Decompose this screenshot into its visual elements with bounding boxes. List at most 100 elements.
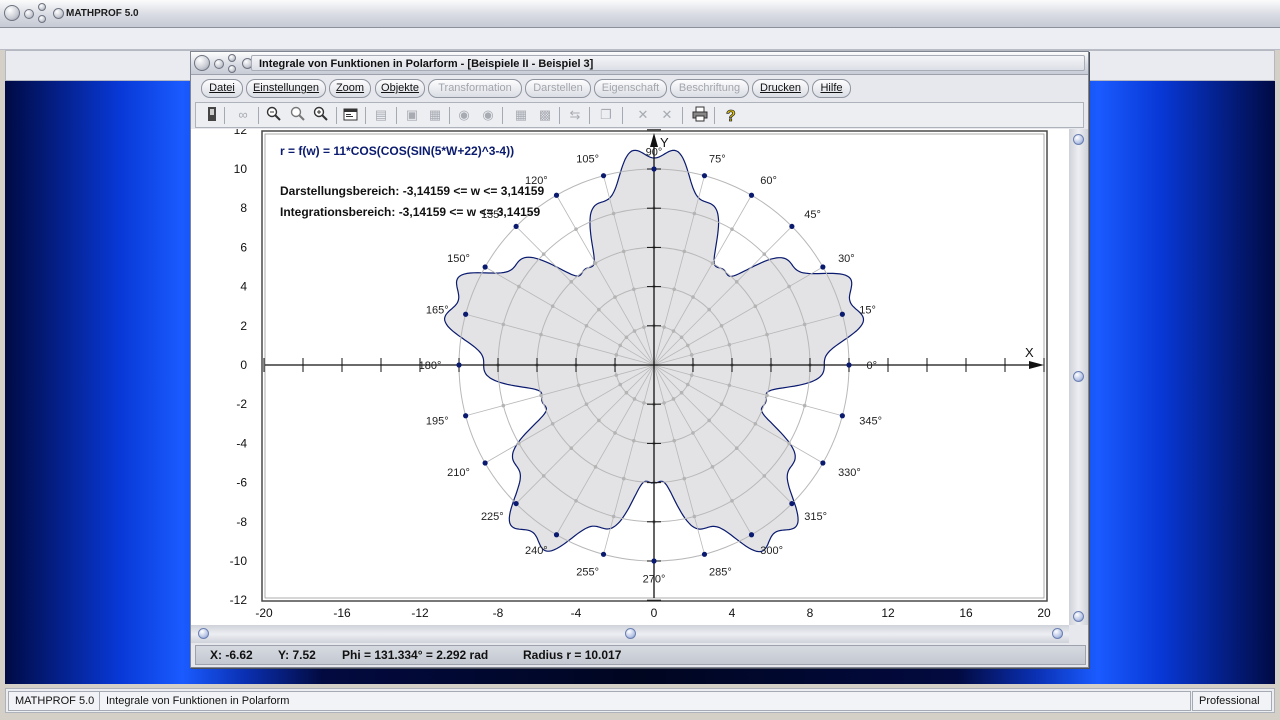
angle-marker — [701, 551, 708, 557]
app-system-button[interactable] — [4, 5, 20, 21]
app-maximize-button[interactable] — [38, 3, 46, 11]
angle-label: 240° — [525, 545, 548, 557]
y-tick-label: 2 — [240, 319, 247, 333]
cross-icon[interactable]: ✕ — [633, 106, 653, 124]
grid-point — [662, 325, 666, 329]
grid-point — [707, 307, 711, 312]
table-icon[interactable]: ▦ — [511, 106, 531, 124]
plot-canvas[interactable]: -20 -16 -12 -8 -4 0 4 8 12 16 20 12 10 8 6 4 2 0 -2 -4 -6 -8-… — [191, 123, 1069, 625]
target-icon[interactable]: ◉ — [454, 106, 474, 124]
grid-point — [734, 446, 739, 450]
frame-icon[interactable]: ▣ — [402, 106, 422, 124]
menu-einstellungen[interactable]: Einstellungen — [246, 79, 326, 98]
status-radius: Radius r = 10.017 — [523, 648, 622, 662]
window-system-button[interactable] — [194, 55, 210, 71]
angle-label: 75° — [709, 154, 726, 166]
scroll-right-button[interactable] — [1052, 628, 1063, 639]
grid-point — [727, 383, 732, 388]
calc-icon[interactable]: ▩ — [535, 106, 555, 124]
grid-point — [569, 446, 574, 450]
grid-point — [621, 249, 626, 254]
toolbar: ∞ ▤ ▣ ▦ ◉ ◉ ▦ ▩ ⇆ ❐ ✕ ✕ ? — [195, 102, 1084, 128]
grid-point — [539, 332, 543, 337]
angle-marker — [839, 413, 845, 419]
app-minimize-button[interactable] — [24, 9, 34, 19]
menu-objekte[interactable]: Objekte — [375, 79, 425, 98]
stop-icon[interactable] — [202, 106, 222, 124]
window-close-button[interactable] — [228, 65, 236, 73]
x-tick-label: -12 — [411, 606, 429, 620]
zoom-reset-icon[interactable] — [288, 106, 308, 124]
scroll-down-button[interactable] — [1073, 611, 1084, 622]
y-tick-label: 8 — [240, 201, 247, 215]
zoom-in-icon[interactable] — [311, 106, 331, 124]
menu-transformation[interactable]: Transformation — [428, 79, 522, 98]
status-x: X: -6.62 — [210, 648, 253, 662]
app-title-bar[interactable]: MATHPROF 5.0 — [0, 0, 1280, 28]
scroll-left-button[interactable] — [198, 628, 209, 639]
menu-zoom[interactable]: Zoom — [329, 79, 371, 98]
scroll-up-button[interactable] — [1073, 134, 1084, 145]
y-tick-label: -12 — [230, 593, 248, 607]
y-tick-label: -10 — [230, 554, 248, 568]
menu-darstellen[interactable]: Darstellen — [525, 79, 591, 98]
polar-plot[interactable]: -20 -16 -12 -8 -4 0 4 8 12 16 20121086420-2-4-6-8-… — [191, 123, 1069, 625]
angle-marker — [600, 551, 607, 557]
scroll-thumb-vertical[interactable] — [1073, 371, 1084, 382]
window-icon[interactable]: ▤ — [371, 106, 391, 124]
y-tick-label: -8 — [236, 515, 247, 529]
properties-icon[interactable] — [341, 106, 361, 124]
print-icon[interactable] — [690, 106, 710, 124]
window-minimize-button[interactable] — [214, 59, 224, 69]
horizontal-scrollbar[interactable] — [191, 625, 1069, 643]
angle-marker — [513, 500, 519, 507]
grid-point — [593, 465, 598, 469]
window-title-bar[interactable]: Integrale von Funktionen in Polarform - … — [191, 52, 1088, 75]
menu-beschriftung[interactable]: Beschriftung — [670, 79, 749, 98]
angle-label: 150° — [447, 253, 470, 265]
copy-icon[interactable]: ❐ — [596, 106, 616, 124]
angle-label: 45° — [804, 209, 821, 221]
menu-hilfe[interactable]: Hilfe — [812, 79, 851, 98]
toolbar-separator — [449, 107, 450, 124]
menu-drucken[interactable]: Drucken — [752, 79, 809, 98]
angle-marker — [463, 413, 469, 419]
angle-marker — [456, 362, 462, 368]
angle-marker — [846, 362, 852, 368]
grid-point — [574, 498, 578, 503]
angle-marker — [482, 460, 488, 466]
angle-label: 345° — [859, 415, 882, 427]
scroll-thumb-horizontal[interactable] — [625, 628, 636, 639]
grid-point — [765, 393, 769, 398]
box-icon[interactable]: ▦ — [425, 106, 445, 124]
grid-point — [593, 261, 598, 265]
y-tick-label: -2 — [236, 397, 247, 411]
menu-eigenschaft[interactable]: Eigenschaft — [594, 79, 667, 98]
app-close-button[interactable] — [38, 15, 46, 23]
angle-marker — [839, 311, 845, 317]
grid-point — [517, 284, 521, 289]
target2-icon[interactable]: ◉ — [478, 106, 498, 124]
integration-label: Integrationsbereich: -3,14159 <= w <= 3,… — [280, 205, 540, 219]
toolbar-separator — [682, 107, 683, 124]
angle-label: 330° — [838, 467, 861, 479]
menu-datei[interactable]: Datei — [201, 79, 243, 98]
toolbar-separator — [589, 107, 590, 124]
cross2-icon[interactable]: ✕ — [657, 106, 677, 124]
window-maximize-button[interactable] — [228, 54, 236, 62]
vertical-scrollbar[interactable] — [1069, 129, 1088, 625]
x-tick-label: 0 — [651, 606, 658, 620]
grid-point — [682, 249, 687, 254]
angle-marker — [789, 500, 795, 507]
toolbar-separator — [224, 107, 225, 124]
angle-marker — [463, 311, 469, 317]
help-icon[interactable]: ? — [721, 106, 741, 126]
angle-label: 30° — [838, 253, 855, 265]
grid-point — [550, 422, 555, 426]
glasses-icon[interactable]: ∞ — [233, 106, 253, 124]
transfer-icon[interactable]: ⇆ — [565, 106, 585, 124]
grid-point — [624, 390, 629, 395]
grid-point — [541, 474, 546, 478]
zoom-out-icon[interactable] — [264, 106, 284, 124]
x-tick-label: -20 — [255, 606, 273, 620]
